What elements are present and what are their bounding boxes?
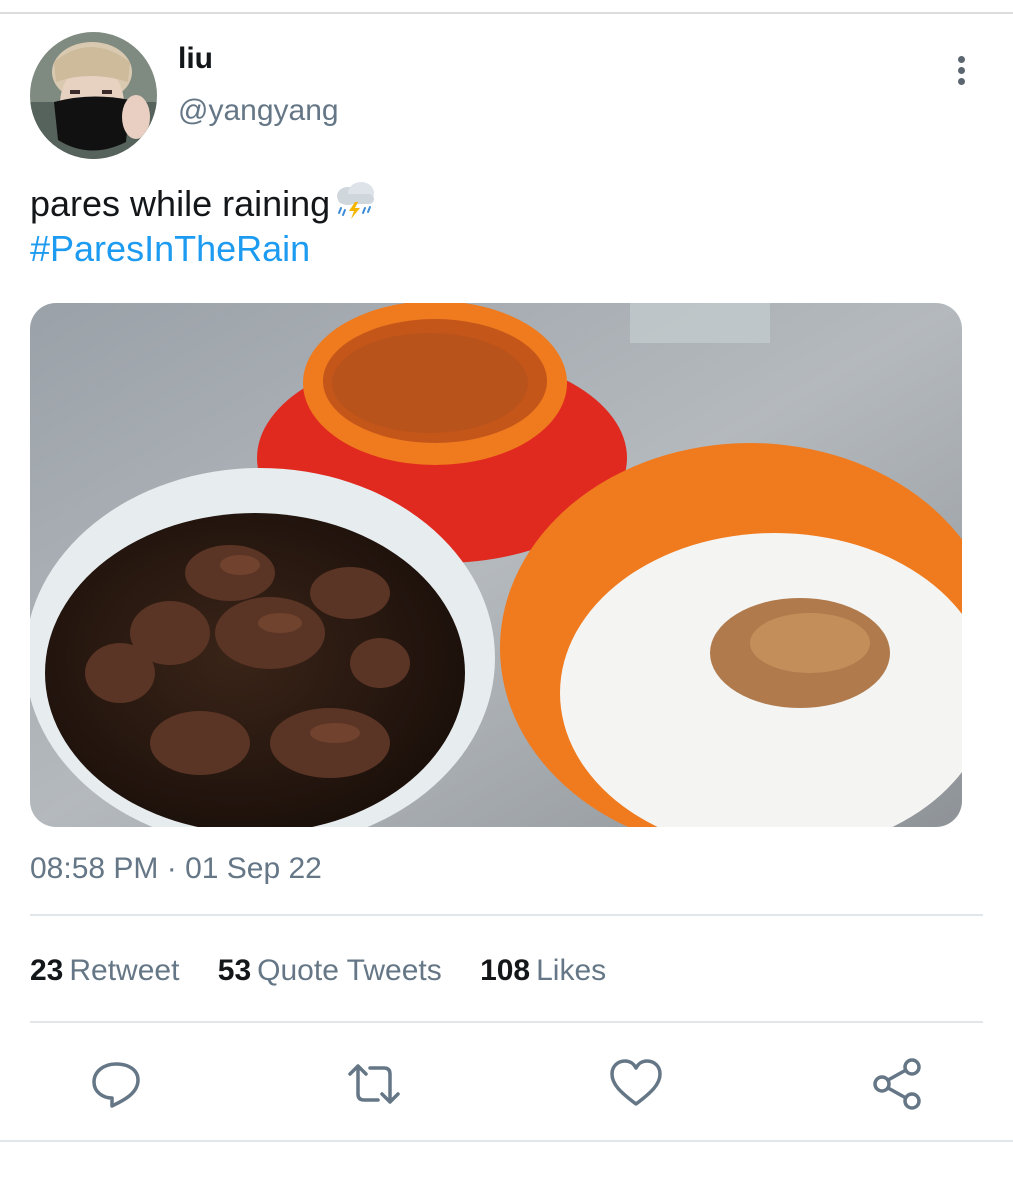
retweet-count-value: 23 bbox=[30, 954, 64, 987]
quote-count-value: 53 bbox=[217, 954, 252, 987]
retweet-icon[interactable] bbox=[346, 1056, 402, 1112]
tweet-timestamp: 08:58 PM · 01 Sep 22 bbox=[30, 852, 322, 885]
hashtag-link[interactable]: #ParesInTheRain bbox=[30, 226, 310, 272]
reply-icon[interactable] bbox=[88, 1056, 144, 1112]
retweet-count[interactable]: 23 Retweet bbox=[30, 954, 179, 988]
retweet-count-label: Retweet bbox=[69, 954, 180, 987]
tweet-text-content: pares while raining bbox=[30, 183, 331, 224]
divider bbox=[30, 914, 983, 916]
tweet-photo[interactable] bbox=[30, 303, 962, 827]
share-icon[interactable] bbox=[870, 1056, 926, 1112]
top-divider bbox=[0, 0, 1013, 14]
user-handle[interactable]: @yangyang bbox=[178, 94, 339, 128]
like-count-label: Likes bbox=[536, 954, 607, 987]
like-count[interactable]: 108 Likes bbox=[480, 954, 606, 988]
engagement-stats: 23 Retweet 53 Quote Tweets 108 Likes bbox=[30, 954, 636, 988]
display-name[interactable]: liu bbox=[178, 42, 213, 76]
divider bbox=[30, 1021, 983, 1023]
tweet-text: pares while raining bbox=[30, 180, 378, 231]
quote-count-label: Quote Tweets bbox=[257, 954, 442, 987]
like-icon[interactable] bbox=[608, 1056, 664, 1112]
cloud-with-lightning-and-rain-icon bbox=[332, 180, 378, 231]
like-count-value: 108 bbox=[480, 954, 531, 987]
avatar[interactable] bbox=[30, 32, 157, 159]
bottom-divider bbox=[0, 1140, 1013, 1142]
quote-count[interactable]: 53 Quote Tweets bbox=[218, 954, 442, 988]
more-options-icon[interactable] bbox=[946, 56, 976, 92]
